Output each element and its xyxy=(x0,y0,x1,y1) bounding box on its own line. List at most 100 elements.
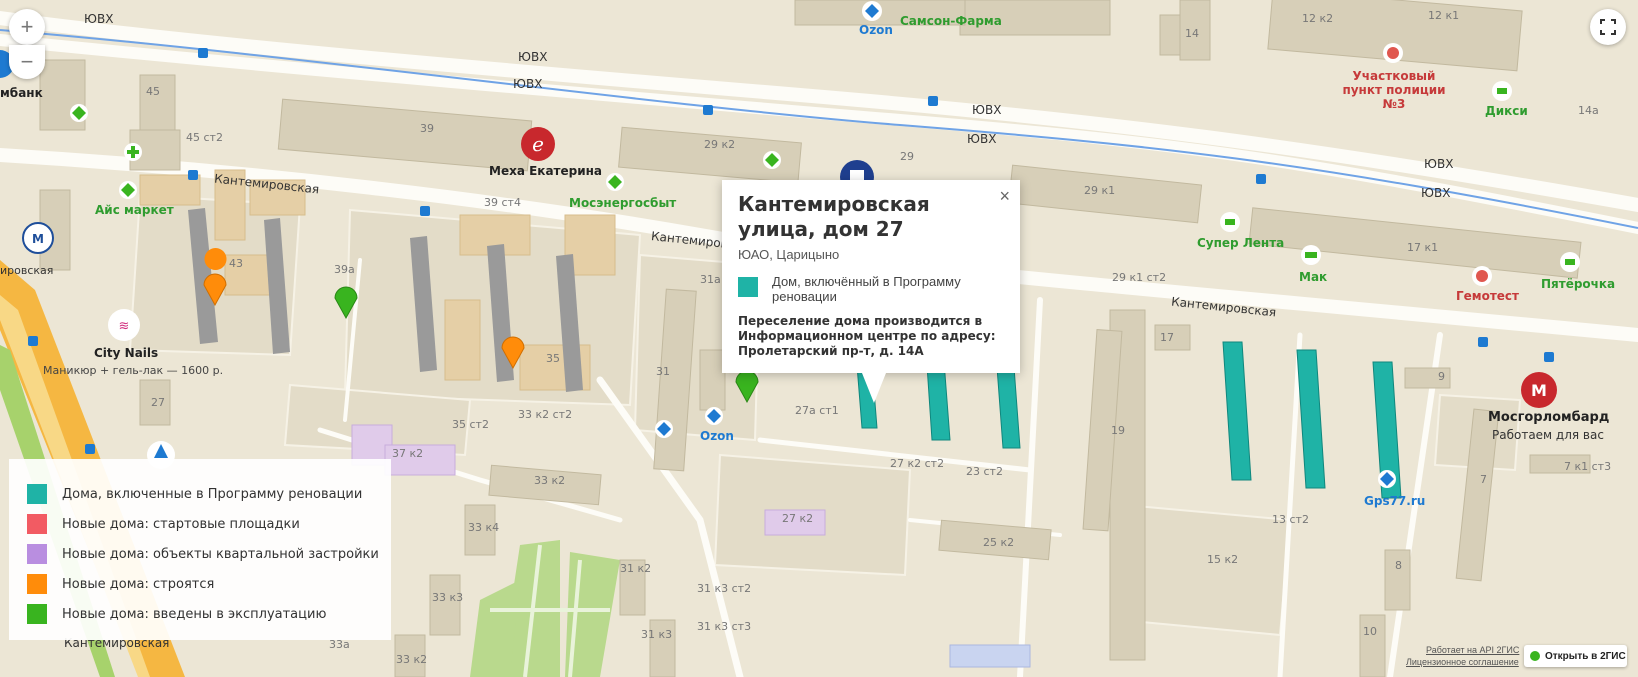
house-number: 31 к3 xyxy=(641,628,673,641)
popup-status: Дом, включённый в Программу реновации xyxy=(738,274,1004,304)
poi-mosenergo-label[interactable]: Мосэнергосбыт xyxy=(569,196,676,210)
renovation-swatch xyxy=(738,277,758,297)
legend-label: Новые дома: объекты квартальной застройк… xyxy=(62,546,379,562)
house-number: 31 xyxy=(656,365,670,378)
poi-mekha-label[interactable]: Меха Екатерина xyxy=(489,164,602,178)
house-number: 7 к1 ст3 xyxy=(1564,460,1612,473)
house-number: 39 ст4 xyxy=(484,196,521,209)
house-info-popup: × Кантемировская улица, дом 27 ЮАО, Цари… xyxy=(722,180,1020,403)
street-yuvkh-label: ЮВХ xyxy=(1424,157,1454,171)
street-yuvkh-label: ЮВХ xyxy=(1421,186,1451,200)
house-number: 7 xyxy=(1480,473,1487,486)
poi-super-lenta-label[interactable]: Супер Лента xyxy=(1197,236,1284,250)
house-number: 29 к2 xyxy=(704,138,736,151)
poi-mosgorlombard-label[interactable]: Мосгорломбард xyxy=(1488,410,1609,425)
poi-bank-label[interactable]: мбанк xyxy=(0,86,43,100)
license-link[interactable]: Лицензионное соглашение xyxy=(1406,657,1519,667)
house-number: 14 xyxy=(1185,27,1199,40)
street-yuvkh-label: ЮВХ xyxy=(518,50,548,64)
open-in-2gis-label: Открыть в 2ГИС xyxy=(1545,650,1626,662)
house-number: 33 к3 xyxy=(432,591,464,604)
2gis-logo-icon xyxy=(1530,651,1540,661)
house-number: 43 xyxy=(229,257,243,270)
zoom-in-button[interactable]: + xyxy=(9,9,45,45)
house-number: 35 xyxy=(546,352,560,365)
poi-police-label[interactable]: Участковый пункт полиции №3 xyxy=(1338,69,1450,111)
poi-ozon-label[interactable]: Ozon xyxy=(700,429,734,443)
house-number: 31 к3 ст3 xyxy=(697,620,752,633)
house-number: 39а xyxy=(334,263,355,276)
poi-city-nails-note: Маникюр + гель-лак — 1600 р. xyxy=(43,364,224,377)
poi-city-nails-label[interactable]: City Nails xyxy=(94,346,158,360)
legend-label: Дома, включенные в Программу реновации xyxy=(62,486,363,502)
legend-swatch xyxy=(27,574,47,594)
house-number: 27 xyxy=(151,396,165,409)
house-number: 23 ст2 xyxy=(966,465,1003,478)
poi-dixy-label[interactable]: Дикси xyxy=(1485,104,1528,118)
fullscreen-icon xyxy=(1600,19,1616,35)
house-number: 27а ст1 xyxy=(795,404,839,417)
house-number: 14а xyxy=(1578,104,1599,117)
house-number: 17 к1 xyxy=(1407,241,1439,254)
legend-label: Новые дома: введены в эксплуатацию xyxy=(62,606,327,622)
house-number: 13 ст2 xyxy=(1272,513,1309,526)
poi-gps77-label[interactable]: Gps77.ru xyxy=(1364,494,1425,508)
popup-title: Кантемировская улица, дом 27 xyxy=(738,192,930,241)
legend-swatch xyxy=(27,484,47,504)
blue-building xyxy=(949,644,1031,668)
svg-text:M: M xyxy=(32,232,44,246)
house-number: 9 xyxy=(1438,370,1445,383)
street-yuvkh-label: ЮВХ xyxy=(967,132,997,146)
zoom-out-button[interactable]: − xyxy=(9,45,45,79)
svg-text:≋: ≋ xyxy=(119,319,130,334)
poi-mak-label[interactable]: Мак xyxy=(1299,270,1327,284)
api-attribution-link[interactable]: Работает на API 2ГИС xyxy=(1426,645,1519,655)
fullscreen-button[interactable] xyxy=(1590,9,1626,45)
legend-item-block[interactable]: Новые дома: объекты квартальной застройк… xyxy=(27,539,391,569)
poi-mosgorlombard-note: Работаем для вас xyxy=(1492,428,1604,442)
house-number: 33 к4 xyxy=(468,521,500,534)
house-number: 35 ст2 xyxy=(452,418,489,431)
house-number: 39 xyxy=(420,122,434,135)
poi-ais-market-label[interactable]: Айс маркет xyxy=(95,203,174,217)
plus-icon: + xyxy=(20,14,34,39)
legend-item-renovation[interactable]: Дома, включенные в Программу реновации xyxy=(27,479,391,509)
map-legend: Дома, включенные в Программу реновации Н… xyxy=(9,459,391,640)
metro-station-label: ировская xyxy=(0,264,54,277)
legend-item-start[interactable]: Новые дома: стартовые площадки xyxy=(27,509,391,539)
legend-label: Новые дома: стартовые площадки xyxy=(62,516,300,532)
poi-samson-label[interactable]: Самсон-Фарма xyxy=(900,14,1002,28)
poi-pyaterochka-label[interactable]: Пятёрочка xyxy=(1541,277,1615,291)
house-number: 12 к2 xyxy=(1302,12,1334,25)
house-number: 33 к2 ст2 xyxy=(518,408,573,421)
close-icon[interactable]: × xyxy=(999,186,1010,207)
house-number: 10 xyxy=(1363,625,1377,638)
popup-district: ЮАО, Царицыно xyxy=(738,247,840,262)
house-number: 15 к2 xyxy=(1207,553,1239,566)
svg-text:M: M xyxy=(1531,381,1547,400)
house-number: 27 к2 ст2 xyxy=(890,457,945,470)
street-yuvkh-label: ЮВХ xyxy=(972,103,1002,117)
street-yuvkh-label: ЮВХ xyxy=(513,77,543,91)
popup-pointer xyxy=(862,373,886,403)
legend-label: Новые дома: строятся xyxy=(62,576,215,592)
house-number: 29 к1 ст2 xyxy=(1112,271,1167,284)
svg-text:e: e xyxy=(532,132,544,156)
house-number: 27 к2 xyxy=(782,512,814,525)
house-number: 29 xyxy=(900,150,914,163)
legend-swatch xyxy=(27,544,47,564)
legend-item-building[interactable]: Новые дома: строятся xyxy=(27,569,391,599)
house-number: 12 к1 xyxy=(1428,9,1460,22)
minus-icon: − xyxy=(20,49,34,74)
legend-item-done[interactable]: Новые дома: введены в эксплуатацию xyxy=(27,599,391,629)
open-in-2gis-button[interactable]: Открыть в 2ГИС xyxy=(1524,645,1627,667)
house-number: 31 к2 xyxy=(620,562,652,575)
poi-ozon-label[interactable]: Ozon xyxy=(859,23,893,37)
house-number: 17 xyxy=(1160,331,1174,344)
poi-gemotest-label[interactable]: Гемотест xyxy=(1456,289,1519,303)
house-number: 45 xyxy=(146,85,160,98)
house-number: 45 ст2 xyxy=(186,131,223,144)
house-number: 33 к2 xyxy=(396,653,428,666)
house-number: 25 к2 xyxy=(983,536,1015,549)
house-number: 37 к2 xyxy=(392,447,424,460)
